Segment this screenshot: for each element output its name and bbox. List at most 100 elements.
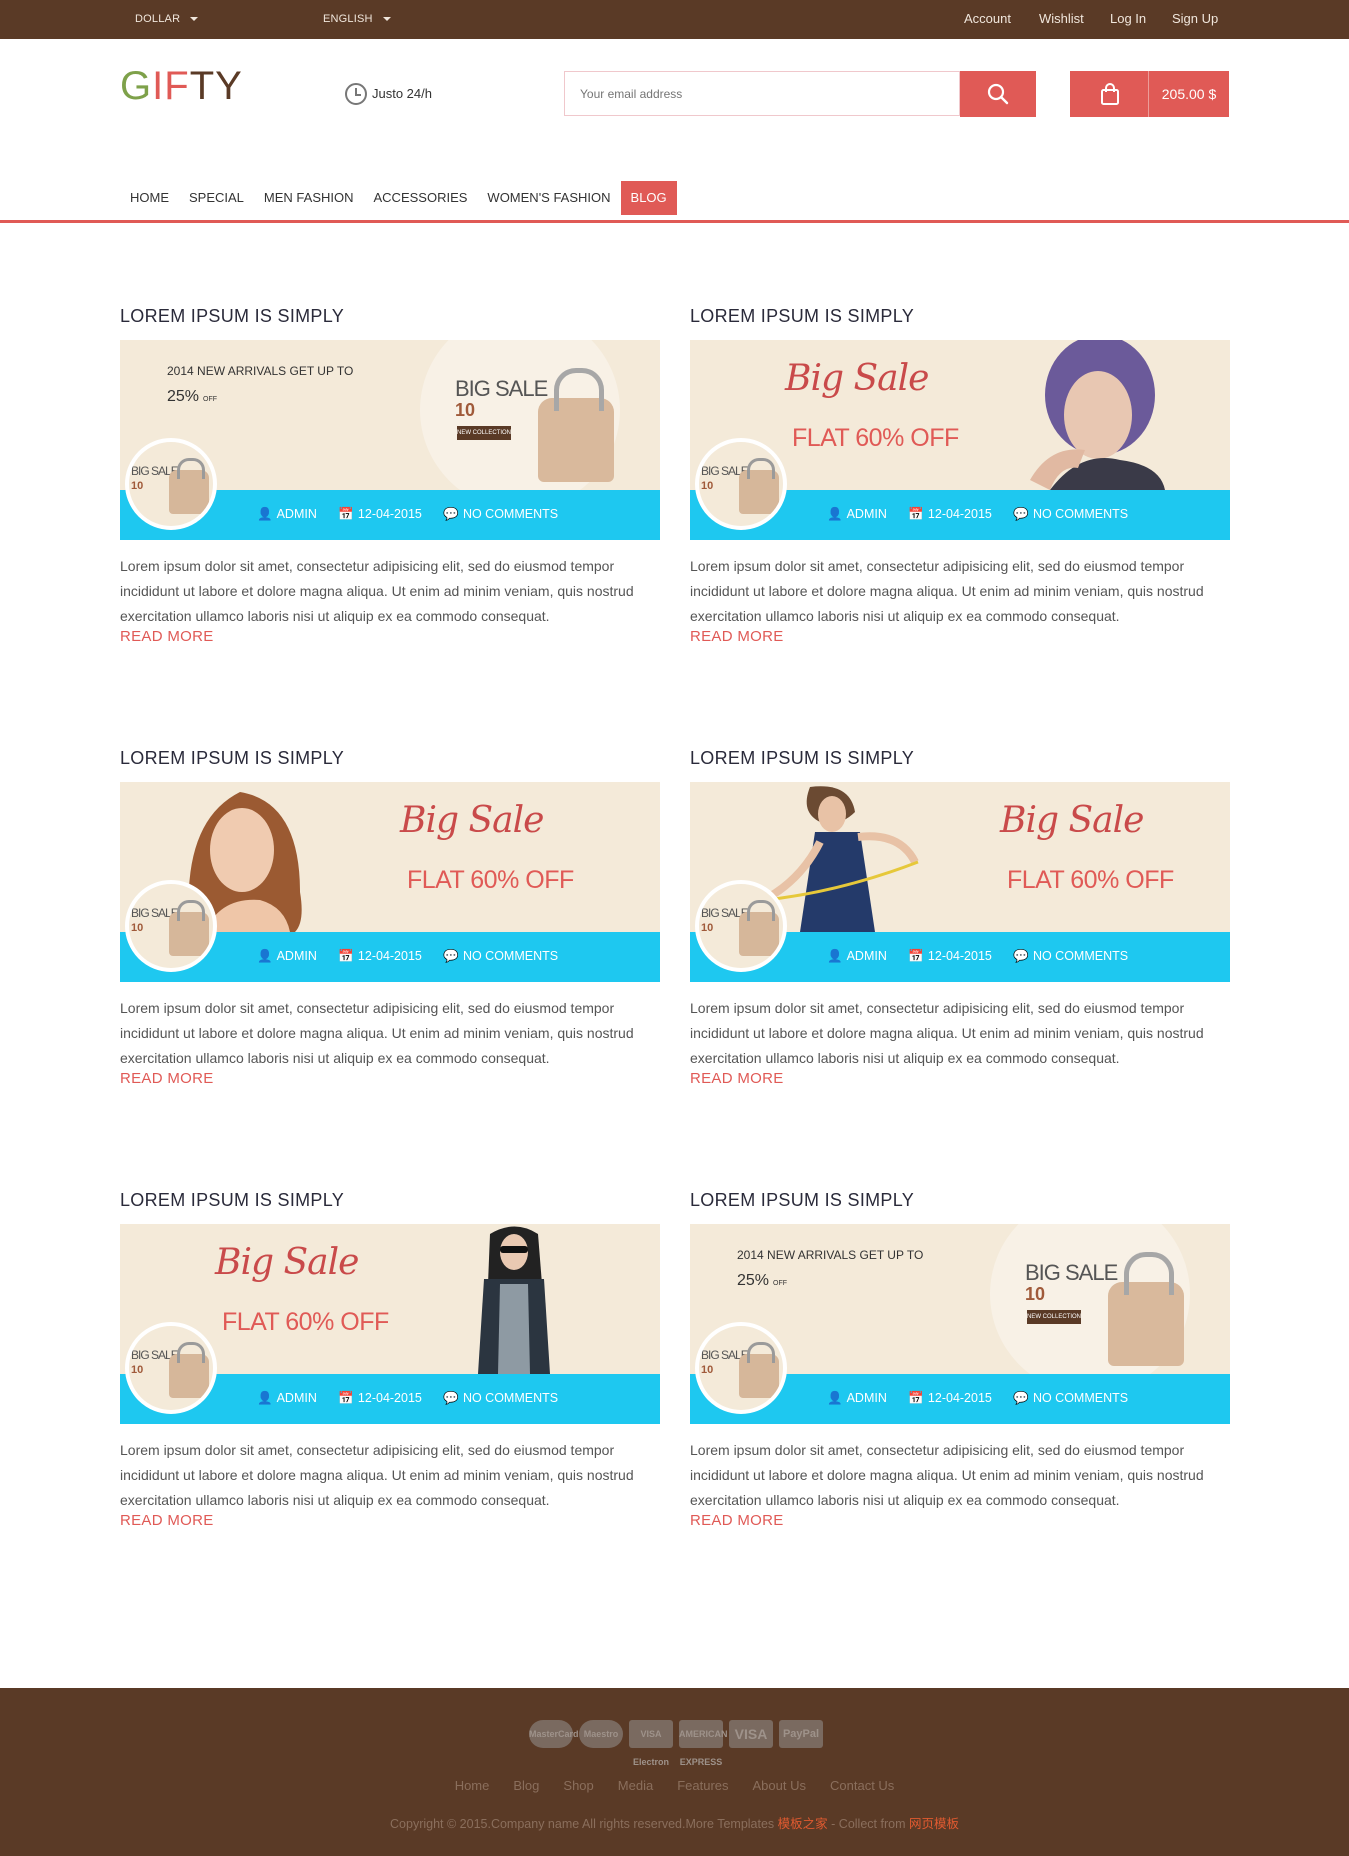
- post-banner[interactable]: Big Sale FLAT 60% OFF 👤 ADMIN 📅 12-04-2015…: [690, 340, 1230, 540]
- visa-icon: VISA: [729, 1720, 773, 1748]
- post-banner[interactable]: Big Sale FLAT 60% OFF 👤 ADMIN 📅 12-04-2015…: [120, 1224, 660, 1424]
- footer-link-features[interactable]: Features: [677, 1778, 728, 1793]
- search-input[interactable]: [565, 72, 959, 115]
- post-date: 📅 12-04-2015: [338, 949, 422, 963]
- handbag-icon: [739, 458, 779, 514]
- banner-percent: 25% OFF: [167, 388, 218, 405]
- footer-link-home[interactable]: Home: [455, 1778, 490, 1793]
- site-logo[interactable]: GIFTY: [120, 64, 243, 109]
- copyright: Copyright © 2015.Company name All rights…: [390, 1817, 959, 1831]
- post-meta: 👤 ADMIN 📅 12-04-2015 💬 NO COMMENTS: [827, 1391, 1146, 1406]
- nav-blog[interactable]: BLOG: [620, 181, 677, 215]
- nav-home[interactable]: HOME: [120, 181, 179, 215]
- read-more-link[interactable]: READ MORE: [690, 628, 784, 645]
- post-meta: 👤 ADMIN 📅 12-04-2015 💬 NO COMMENTS: [827, 507, 1146, 522]
- post-thumbnail: BIG SALE 10: [125, 1322, 217, 1414]
- banner-script: Big Sale: [785, 358, 929, 399]
- post-comments[interactable]: 💬 NO COMMENTS: [1013, 507, 1128, 521]
- post-title[interactable]: LOREM IPSUM IS SIMPLY: [120, 306, 660, 336]
- post-title[interactable]: LOREM IPSUM IS SIMPLY: [120, 748, 660, 778]
- post-thumbnail: BIG SALE 10: [695, 438, 787, 530]
- read-more-link[interactable]: READ MORE: [690, 1070, 784, 1087]
- banner-script: Big Sale: [1000, 800, 1144, 841]
- banner-big-sale: BIG SALE: [455, 376, 548, 401]
- nav-men-fashion[interactable]: MEN FASHION: [254, 181, 364, 215]
- read-more-link[interactable]: READ MORE: [690, 1512, 784, 1529]
- comment-icon: 💬: [443, 1391, 459, 1405]
- nav-womens-fashion[interactable]: WOMEN'S FASHION: [477, 181, 620, 215]
- signup-link[interactable]: Sign Up: [1172, 11, 1218, 26]
- post-excerpt: Lorem ipsum dolor sit amet, consectetur …: [690, 558, 1204, 624]
- post-title[interactable]: LOREM IPSUM IS SIMPLY: [690, 1190, 1230, 1220]
- nav-accessories[interactable]: ACCESSORIES: [364, 181, 478, 215]
- footer-nav: Home Blog Shop Media Features About Us Contact…: [0, 1778, 1349, 1793]
- post-author[interactable]: 👤 ADMIN: [257, 507, 317, 521]
- blog-post: LOREM IPSUM IS SIMPLY 2014 NEW ARRIVALS …: [120, 306, 660, 645]
- wishlist-link[interactable]: Wishlist: [1039, 11, 1084, 26]
- post-excerpt: Lorem ipsum dolor sit amet, consectetur …: [120, 1000, 634, 1066]
- post-author[interactable]: 👤 ADMIN: [827, 949, 887, 963]
- post-title[interactable]: LOREM IPSUM IS SIMPLY: [690, 306, 1230, 336]
- login-link[interactable]: Log In: [1110, 11, 1146, 26]
- footer-link-shop[interactable]: Shop: [563, 1778, 593, 1793]
- footer-link-blog[interactable]: Blog: [513, 1778, 539, 1793]
- post-thumbnail: BIG SALE 10: [695, 1322, 787, 1414]
- calendar-icon: 📅: [908, 507, 924, 521]
- read-more-link[interactable]: READ MORE: [120, 1512, 214, 1529]
- maestro-icon: Maestro: [579, 1720, 623, 1748]
- account-link[interactable]: Account: [964, 11, 1011, 26]
- handbag-image: [1108, 1252, 1184, 1366]
- footer-link-about[interactable]: About Us: [753, 1778, 806, 1793]
- banner-flat: FLAT 60% OFF: [222, 1308, 389, 1336]
- chevron-down-icon: [382, 17, 391, 22]
- model-photo: [1030, 340, 1165, 490]
- user-icon: 👤: [827, 949, 843, 963]
- post-banner[interactable]: Big Sale FLAT 60% OFF 👤 ADMIN 📅 12-04-2015…: [120, 782, 660, 982]
- cart-button[interactable]: [1070, 71, 1149, 117]
- nav-special[interactable]: SPECIAL: [179, 181, 254, 215]
- read-more-link[interactable]: READ MORE: [120, 1070, 214, 1087]
- handbag-icon: [169, 900, 209, 956]
- banner-collection: NEW COLLECTION: [1027, 1310, 1081, 1324]
- post-author[interactable]: 👤 ADMIN: [257, 949, 317, 963]
- blog-post: LOREM IPSUM IS SIMPLY 2014 NEW ARRIVALS …: [690, 1190, 1230, 1529]
- post-banner[interactable]: Big Sale FLAT 60% OFF 👤 ADMIN 📅 12-04-2015…: [690, 782, 1230, 982]
- blog-post: LOREM IPSUM IS SIMPLY Big Sale FLAT 60% …: [120, 748, 660, 1087]
- comment-icon: 💬: [1013, 507, 1029, 521]
- post-meta: 👤 ADMIN 📅 12-04-2015 💬 NO COMMENTS: [827, 949, 1146, 964]
- footer-link-contact[interactable]: Contact Us: [830, 1778, 894, 1793]
- currency-select[interactable]: DOLLAR: [135, 13, 199, 25]
- post-title[interactable]: LOREM IPSUM IS SIMPLY: [120, 1190, 660, 1220]
- post-comments[interactable]: 💬 NO COMMENTS: [443, 1391, 558, 1405]
- post-author[interactable]: 👤 ADMIN: [827, 507, 887, 521]
- opening-hours: Justo 24/h: [372, 86, 432, 101]
- post-banner[interactable]: 2014 NEW ARRIVALS GET UP TO 25% OFF BIG S…: [120, 340, 660, 540]
- footer-link-media[interactable]: Media: [618, 1778, 653, 1793]
- handbag-image: [538, 368, 614, 482]
- email-search-field[interactable]: [564, 71, 960, 116]
- post-comments[interactable]: 💬 NO COMMENTS: [443, 949, 558, 963]
- post-excerpt: Lorem ipsum dolor sit amet, consectetur …: [120, 558, 634, 624]
- thumb-ten: 10: [131, 922, 144, 934]
- post-comments[interactable]: 💬 NO COMMENTS: [1013, 1391, 1128, 1405]
- thumb-ten: 10: [701, 480, 714, 492]
- nav-divider: [0, 220, 1349, 223]
- post-author[interactable]: 👤 ADMIN: [827, 1391, 887, 1405]
- post-comments[interactable]: 💬 NO COMMENTS: [443, 507, 558, 521]
- post-title[interactable]: LOREM IPSUM IS SIMPLY: [690, 748, 1230, 778]
- read-more-link[interactable]: READ MORE: [120, 628, 214, 645]
- post-banner[interactable]: 2014 NEW ARRIVALS GET UP TO 25% OFF BIG S…: [690, 1224, 1230, 1424]
- cart-total[interactable]: 205.00 $: [1149, 71, 1229, 117]
- banner-flat: FLAT 60% OFF: [792, 424, 959, 452]
- search-button[interactable]: [960, 71, 1036, 117]
- collect-link[interactable]: 网页模板: [909, 1817, 959, 1831]
- language-select[interactable]: ENGLISH: [323, 13, 391, 25]
- post-excerpt: Lorem ipsum dolor sit amet, consectetur …: [690, 1442, 1204, 1508]
- post-author[interactable]: 👤 ADMIN: [257, 1391, 317, 1405]
- post-comments[interactable]: 💬 NO COMMENTS: [1013, 949, 1128, 963]
- user-icon: 👤: [257, 949, 273, 963]
- calendar-icon: 📅: [908, 1391, 924, 1405]
- blog-post: LOREM IPSUM IS SIMPLY Big Sale FLAT 60% …: [690, 306, 1230, 645]
- comment-icon: 💬: [1013, 949, 1029, 963]
- templates-link[interactable]: 模板之家: [778, 1817, 828, 1831]
